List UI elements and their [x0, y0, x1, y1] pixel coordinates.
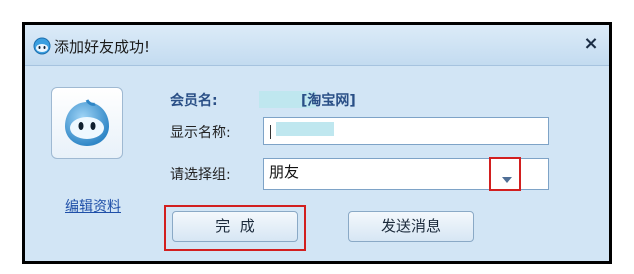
- member-site: [淘宝网]: [301, 93, 356, 109]
- done-button[interactable]: 完 成: [172, 211, 298, 242]
- group-value: 朋友: [269, 163, 300, 181]
- avatar-icon: [65, 99, 109, 146]
- send-message-button[interactable]: 发送消息: [348, 211, 474, 242]
- dialog-title: 添加好友成功!: [54, 38, 151, 56]
- edit-profile-link[interactable]: 编辑资料: [65, 196, 121, 216]
- text-cursor: [270, 125, 271, 139]
- group-dropdown-button[interactable]: [489, 157, 521, 191]
- close-button[interactable]: ×: [581, 34, 601, 54]
- display-name-label: 显示名称:: [170, 125, 231, 141]
- title-bar: 添加好友成功! ×: [25, 25, 609, 66]
- app-logo-icon: [33, 37, 51, 55]
- display-name-field[interactable]: [263, 117, 549, 145]
- group-label: 请选择组:: [170, 167, 231, 183]
- add-friend-dialog: 添加好友成功! × 编辑资料 会员名: [淘宝网] 显示名称: 请选择组: 朋友…: [22, 22, 612, 264]
- avatar[interactable]: [51, 87, 123, 159]
- member-name-label: 会员名:: [170, 93, 218, 109]
- chevron-down-icon: [502, 177, 512, 183]
- dialog-body: 编辑资料 会员名: [淘宝网] 显示名称: 请选择组: 朋友 完 成 发送消息: [25, 66, 609, 261]
- display-name-value: [276, 122, 334, 136]
